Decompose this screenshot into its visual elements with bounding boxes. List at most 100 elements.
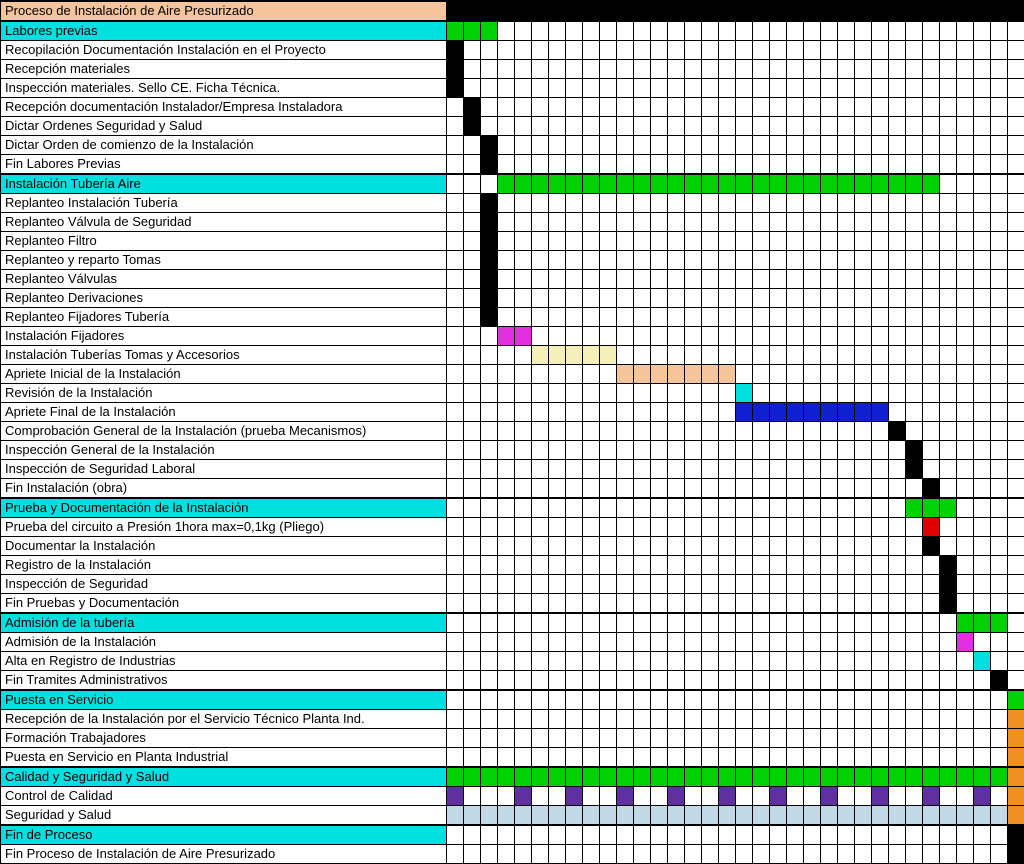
gantt-cell (1008, 136, 1024, 155)
gantt-cell (957, 232, 974, 251)
gantt-cell (770, 308, 787, 327)
gantt-cell (447, 251, 464, 270)
gantt-cell (566, 403, 583, 422)
gantt-cell (498, 613, 515, 633)
gantt-cell (583, 384, 600, 403)
gantt-cell (515, 498, 532, 518)
gantt-cell (617, 194, 634, 213)
gantt-cell (617, 845, 634, 864)
gantt-cell (549, 327, 566, 346)
gantt-cell (719, 251, 736, 270)
gantt-cell (719, 479, 736, 499)
gantt-cell (515, 594, 532, 614)
gantt-row-label: Inspección materiales. Sello CE. Ficha T… (1, 79, 447, 98)
gantt-cell (940, 155, 957, 175)
gantt-cell (957, 787, 974, 806)
gantt-cell (889, 155, 906, 175)
gantt-cell (634, 498, 651, 518)
gantt-cell (668, 767, 685, 787)
gantt-cell (600, 136, 617, 155)
gantt-cell (940, 671, 957, 691)
gantt-cell (498, 845, 515, 864)
gantt-cell (753, 251, 770, 270)
gantt-row-label: Fin Instalación (obra) (1, 479, 447, 499)
gantt-cell (957, 403, 974, 422)
gantt-cell (736, 845, 753, 864)
gantt-cell (787, 710, 804, 729)
gantt-cell (566, 845, 583, 864)
gantt-cell (872, 60, 889, 79)
gantt-cell (617, 613, 634, 633)
gantt-task-row: Replanteo Instalación Tubería (1, 194, 1024, 213)
gantt-cell (719, 690, 736, 710)
gantt-cell (583, 729, 600, 748)
gantt-cell (702, 384, 719, 403)
gantt-cell (872, 346, 889, 365)
gantt-cell (991, 652, 1008, 671)
gantt-cell (872, 213, 889, 232)
gantt-cell (787, 174, 804, 194)
gantt-cell (855, 327, 872, 346)
gantt-task-row: Replanteo Fijadores Tubería (1, 308, 1024, 327)
gantt-cell (906, 98, 923, 117)
gantt-cell (685, 845, 702, 864)
gantt-cell (515, 98, 532, 117)
gantt-cell (923, 767, 940, 787)
gantt-cell (685, 671, 702, 691)
gantt-cell (668, 479, 685, 499)
gantt-cell (498, 365, 515, 384)
gantt-cell (498, 441, 515, 460)
gantt-cell (566, 289, 583, 308)
gantt-cell (481, 1, 498, 21)
gantt-cell (770, 155, 787, 175)
gantt-cell (515, 327, 532, 346)
gantt-cell (940, 767, 957, 787)
gantt-cell (651, 787, 668, 806)
gantt-row-label: Prueba del circuito a Presión 1hora max=… (1, 518, 447, 537)
gantt-task-row: Revisión de la Instalación (1, 384, 1024, 403)
gantt-cell (498, 174, 515, 194)
gantt-cell (634, 174, 651, 194)
gantt-cell (617, 327, 634, 346)
gantt-cell (668, 136, 685, 155)
gantt-cell (498, 232, 515, 251)
gantt-cell (872, 98, 889, 117)
gantt-cell (872, 155, 889, 175)
gantt-cell (464, 633, 481, 652)
gantt-cell (634, 806, 651, 826)
gantt-cell (753, 460, 770, 479)
gantt-cell (481, 136, 498, 155)
gantt-cell (583, 825, 600, 845)
gantt-cell (566, 479, 583, 499)
gantt-cell (583, 365, 600, 384)
gantt-cell (1008, 498, 1024, 518)
gantt-cell (1008, 710, 1024, 729)
gantt-cell (804, 710, 821, 729)
gantt-cell (532, 613, 549, 633)
gantt-cell (770, 729, 787, 748)
gantt-cell (719, 825, 736, 845)
gantt-cell (940, 270, 957, 289)
gantt-cell (923, 308, 940, 327)
gantt-cell (940, 537, 957, 556)
gantt-cell (838, 194, 855, 213)
gantt-cell (923, 845, 940, 864)
gantt-cell (617, 806, 634, 826)
gantt-cell (821, 479, 838, 499)
gantt-cell (481, 270, 498, 289)
gantt-cell (889, 806, 906, 826)
gantt-cell (566, 825, 583, 845)
gantt-cell (906, 594, 923, 614)
gantt-cell (583, 479, 600, 499)
gantt-cell (804, 787, 821, 806)
gantt-cell (634, 98, 651, 117)
gantt-cell (464, 671, 481, 691)
gantt-cell (447, 79, 464, 98)
gantt-cell (872, 537, 889, 556)
gantt-cell (991, 845, 1008, 864)
gantt-cell (940, 41, 957, 60)
gantt-cell (498, 460, 515, 479)
gantt-cell (481, 41, 498, 60)
gantt-cell (957, 384, 974, 403)
gantt-cell (498, 98, 515, 117)
